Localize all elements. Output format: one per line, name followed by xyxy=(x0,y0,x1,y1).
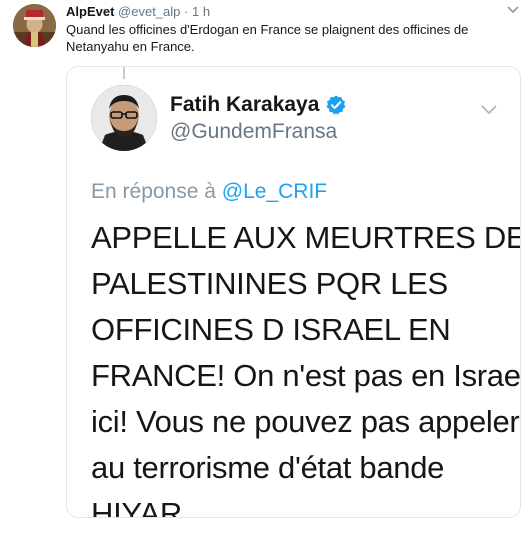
quoted-avatar-image xyxy=(91,85,157,151)
quoted-text-line: ici! Vous ne pouvez pas appeler xyxy=(91,404,520,439)
quoted-text-line: FRANCE! On n'est pas en Israel xyxy=(91,358,521,393)
reply-prefix: En réponse à xyxy=(91,180,216,203)
quoted-tweet-card[interactable]: Fatih Karakaya @GundemFransa En réponse … xyxy=(66,66,521,518)
author-handle[interactable]: @evet_alp xyxy=(118,4,180,19)
reply-to-link[interactable]: @Le_CRIF xyxy=(222,180,327,203)
quoted-text-line: HIYAR xyxy=(91,496,182,518)
tweet-header: AlpEvet @evet_alp · 1 h xyxy=(66,3,210,20)
quoted-chevron-down-icon[interactable] xyxy=(480,103,498,115)
quoted-avatar[interactable] xyxy=(91,85,157,151)
tweet-time[interactable]: 1 h xyxy=(192,4,210,19)
author-name[interactable]: AlpEvet xyxy=(66,4,114,19)
avatar-image xyxy=(13,4,56,47)
separator-dot: · xyxy=(184,4,189,19)
quoted-author-name[interactable]: Fatih Karakaya xyxy=(170,92,319,118)
quoted-text-line: APPELLE AUX MEURTRES DES xyxy=(91,220,521,255)
reply-context: En réponse à @Le_CRIF xyxy=(91,179,327,205)
chevron-down-icon[interactable] xyxy=(506,4,520,14)
avatar[interactable] xyxy=(13,4,56,47)
quoted-text-line: OFFICINES D ISRAEL EN xyxy=(91,312,451,347)
quoted-author-handle[interactable]: @GundemFransa xyxy=(170,119,337,145)
quoted-text-line: au terrorisme d'état bande xyxy=(91,450,445,485)
verified-badge-icon xyxy=(326,95,346,115)
quoted-name-row: Fatih Karakaya xyxy=(170,92,347,118)
quoted-tweet-text: APPELLE AUX MEURTRES DES PALESTININES PQ… xyxy=(91,215,521,518)
quoted-text-line: PALESTININES PQR LES xyxy=(91,266,448,301)
tweet-text: Quand les officines d'Erdogan en France … xyxy=(66,22,469,54)
tweet: AlpEvet @evet_alp · 1 h Quand les offici… xyxy=(0,0,528,534)
thread-connector xyxy=(123,67,125,79)
